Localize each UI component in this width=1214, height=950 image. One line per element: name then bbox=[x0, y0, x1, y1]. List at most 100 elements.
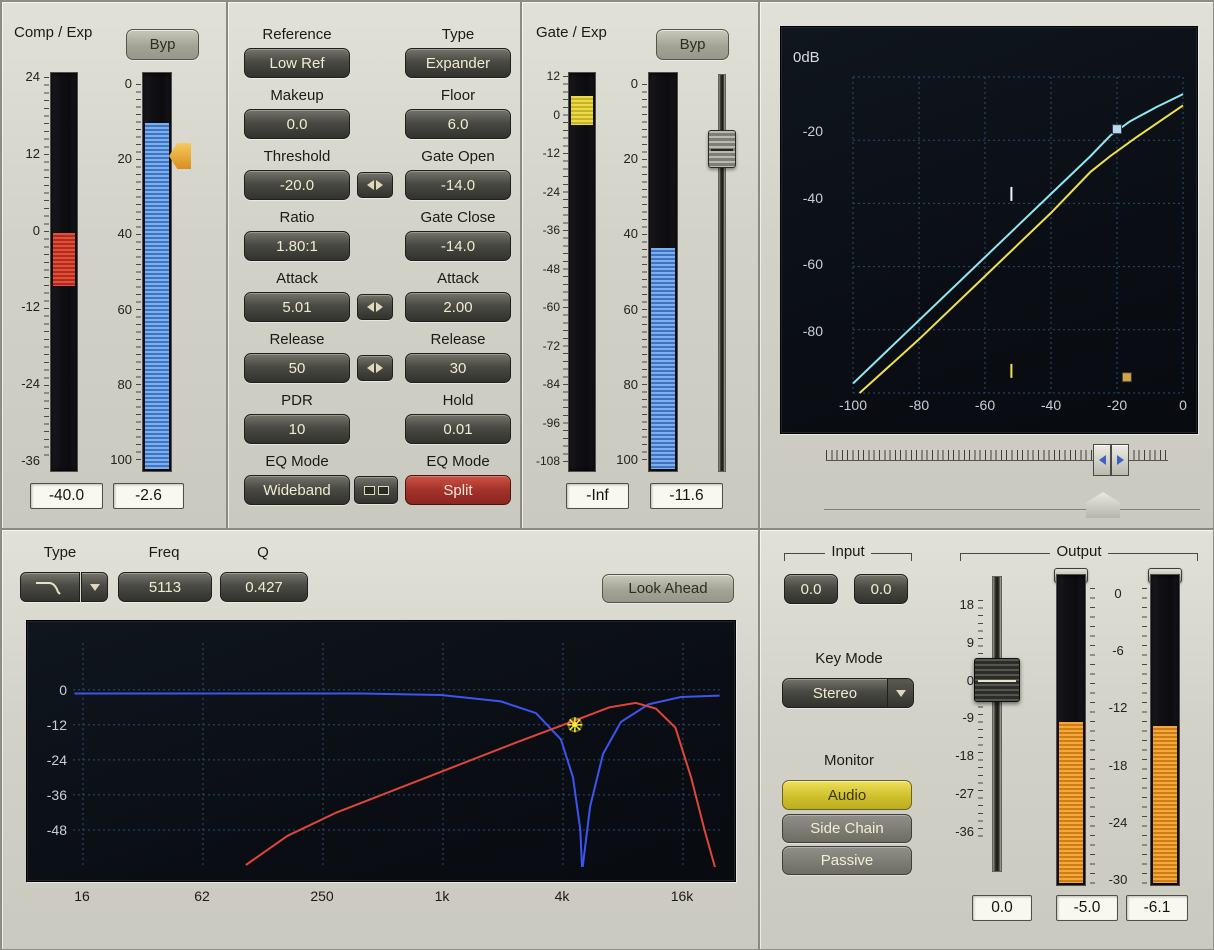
comp-threshold-handle[interactable] bbox=[1113, 125, 1122, 134]
comp-gr-scale-label: 0 bbox=[6, 220, 40, 242]
fader-scale-label: 18 bbox=[944, 594, 974, 616]
eq-mode-monitor-button[interactable] bbox=[354, 476, 398, 504]
input-fader-handle[interactable] bbox=[974, 658, 1020, 702]
comp-level-readout[interactable]: -2.6 bbox=[113, 483, 184, 509]
key-mode-label: Key Mode bbox=[784, 650, 914, 668]
makeup-value[interactable]: 0.0 bbox=[244, 109, 350, 139]
gate-gr-meter-segment bbox=[571, 96, 593, 125]
transfer-x-tick: -100 bbox=[821, 397, 885, 417]
key-mode-dropdown[interactable]: Stereo bbox=[782, 678, 914, 708]
input-fader-track[interactable] bbox=[992, 576, 1002, 872]
input-fader-readout[interactable]: 0.0 bbox=[972, 895, 1032, 921]
gate-gr-scale-label: -96 bbox=[526, 413, 560, 433]
gate-gr-scale-label: 12 bbox=[526, 66, 560, 86]
eq-band-node[interactable] bbox=[567, 717, 582, 732]
gate-floor-handle[interactable] bbox=[1122, 373, 1131, 382]
right-arrow-icon bbox=[1117, 455, 1124, 465]
output-right-readout[interactable]: -6.1 bbox=[1126, 895, 1188, 921]
transfer-x-tick: -60 bbox=[953, 397, 1017, 417]
transfer-y-tick: -80 bbox=[787, 319, 823, 343]
gate-gr-scale-label: -36 bbox=[526, 220, 560, 240]
monitor-label: Monitor bbox=[784, 752, 914, 770]
right-arrow-icon bbox=[376, 180, 383, 190]
look-ahead-button[interactable]: Look Ahead bbox=[602, 574, 734, 603]
gate-release-value[interactable]: 30 bbox=[405, 353, 511, 383]
floor-value[interactable]: 6.0 bbox=[405, 109, 511, 139]
comp-release-value[interactable]: 50 bbox=[244, 353, 350, 383]
gate-attack-label: Attack bbox=[405, 270, 511, 288]
floor-label: Floor bbox=[405, 87, 511, 105]
transfer-x-tick: -80 bbox=[887, 397, 951, 417]
release-link-button[interactable] bbox=[357, 355, 393, 381]
gate-level-tick-marks bbox=[642, 84, 647, 460]
gate-gr-scale-label: -108 bbox=[526, 451, 560, 471]
gate-level-meter bbox=[648, 72, 678, 472]
main-filter-curve bbox=[246, 703, 716, 871]
output-right-meter bbox=[1150, 574, 1180, 886]
ratio-value[interactable]: 1.80:1 bbox=[244, 231, 350, 261]
chevron-down-icon bbox=[90, 584, 100, 591]
type-button[interactable]: Expander bbox=[405, 48, 511, 78]
range-handle-right[interactable] bbox=[1111, 444, 1129, 476]
reference-button[interactable]: Low Ref bbox=[244, 48, 350, 78]
hold-value[interactable]: 0.01 bbox=[405, 414, 511, 444]
makeup-label: Makeup bbox=[244, 87, 350, 105]
input-left-value[interactable]: 0.0 bbox=[784, 574, 838, 604]
eq-type-button[interactable] bbox=[20, 572, 80, 602]
threshold-link-button[interactable] bbox=[357, 172, 393, 198]
gate-eq-mode-button[interactable]: Split bbox=[405, 475, 511, 505]
gate-gr-scale-label: 0 bbox=[526, 105, 560, 125]
lowpass-filter-icon bbox=[33, 578, 67, 596]
range-handle-left[interactable] bbox=[1093, 444, 1111, 476]
pan-slider-track bbox=[824, 509, 1200, 511]
comp-level-scale-label: 60 bbox=[102, 299, 132, 321]
eq-y-tick: -12 bbox=[33, 713, 67, 737]
output-scale-ticks-right bbox=[1142, 588, 1147, 886]
comp-attack-label: Attack bbox=[244, 270, 350, 288]
gate-bypass-button[interactable]: Byp bbox=[656, 29, 729, 60]
gate-close-value[interactable]: -14.0 bbox=[405, 231, 511, 261]
threshold-label: Threshold bbox=[244, 148, 350, 166]
gate-level-readout[interactable]: -11.6 bbox=[650, 483, 723, 509]
attack-link-button[interactable] bbox=[357, 294, 393, 320]
gate-open-value[interactable]: -14.0 bbox=[405, 170, 511, 200]
comp-gr-tick-marks bbox=[44, 77, 49, 461]
monitor-passive-button[interactable]: Passive bbox=[782, 846, 912, 875]
gate-threshold-slider-handle[interactable] bbox=[708, 130, 736, 168]
output-left-readout[interactable]: -5.0 bbox=[1056, 895, 1118, 921]
output-group-label: Output bbox=[960, 544, 1198, 560]
hold-label: Hold bbox=[405, 392, 511, 410]
output-left-meter-fill bbox=[1059, 722, 1083, 883]
comp-level-scale-label: 80 bbox=[102, 374, 132, 396]
comp-gr-scale-label: 12 bbox=[6, 143, 40, 165]
transfer-panel: 0dB -20-40-60-80 -100-80-60-40-200 bbox=[759, 1, 1214, 529]
gate-gr-readout[interactable]: -Inf bbox=[566, 483, 629, 509]
output-scale-label: -30 bbox=[1094, 869, 1142, 891]
comp-attack-value[interactable]: 5.01 bbox=[244, 292, 350, 322]
monitor-audio-button[interactable]: Audio bbox=[782, 780, 912, 810]
comp-gr-readout[interactable]: -40.0 bbox=[30, 483, 103, 509]
comp-threshold-slider-handle[interactable] bbox=[169, 143, 191, 169]
eq-x-tick: 250 bbox=[292, 888, 352, 908]
gate-attack-value[interactable]: 2.00 bbox=[405, 292, 511, 322]
eq-type-dropdown-button[interactable] bbox=[81, 572, 108, 602]
eq-x-tick: 16k bbox=[652, 888, 712, 908]
eq-panel: Type Freq Q 5113 0.427 Look Ahead 0-12-2… bbox=[1, 529, 759, 950]
input-right-value[interactable]: 0.0 bbox=[854, 574, 908, 604]
monitor-side-chain-button[interactable]: Side Chain bbox=[782, 814, 912, 843]
io-panel: Input 0.0 0.0 Output Key Mode Stereo Mon… bbox=[759, 529, 1214, 950]
gate-exp-title: Gate / Exp bbox=[536, 24, 640, 42]
comp-bypass-button[interactable]: Byp bbox=[126, 29, 199, 60]
pan-slider-handle[interactable] bbox=[1086, 492, 1120, 518]
ratio-label: Ratio bbox=[244, 209, 350, 227]
pdr-value[interactable]: 10 bbox=[244, 414, 350, 444]
comp-level-scale: 020406080100 bbox=[102, 73, 132, 471]
threshold-value[interactable]: -20.0 bbox=[244, 170, 350, 200]
right-arrow-icon bbox=[376, 363, 383, 373]
transfer-range-handles[interactable] bbox=[1093, 444, 1129, 476]
comp-eq-mode-button[interactable]: Wideband bbox=[244, 475, 350, 505]
eq-plot bbox=[27, 621, 737, 883]
eq-freq-value[interactable]: 5113 bbox=[118, 572, 212, 602]
gate-release-label: Release bbox=[405, 331, 511, 349]
eq-q-value[interactable]: 0.427 bbox=[220, 572, 308, 602]
